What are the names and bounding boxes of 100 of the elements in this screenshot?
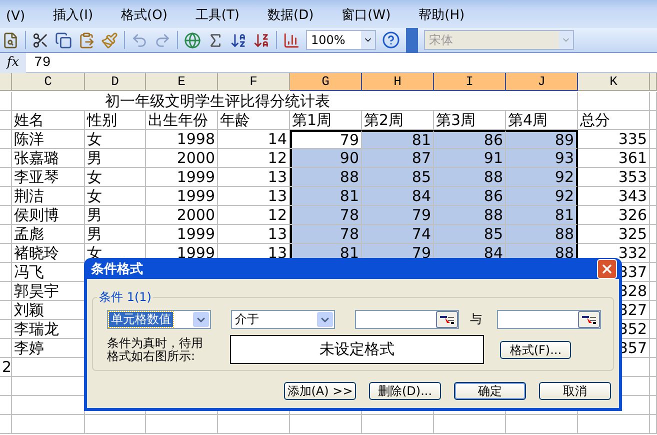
undo-icon[interactable]: [131, 32, 148, 48]
cut-icon[interactable]: [32, 32, 49, 48]
format-preview: 未设定格式: [230, 335, 484, 364]
globe-icon[interactable]: [184, 32, 201, 48]
menu-item[interactable]: 工具(T): [195, 6, 240, 24]
table-cell: 李亚琴: [12, 168, 85, 187]
dialog-button[interactable]: 删除(D)...: [369, 382, 441, 400]
table-cell: 84: [362, 187, 434, 206]
toolbar-grip[interactable]: [406, 28, 418, 52]
table-cell: [0, 339, 12, 358]
table-cell: [0, 130, 12, 149]
table-cell: 87: [362, 149, 434, 168]
table-cell: 1999: [146, 225, 218, 244]
paste-icon[interactable]: [78, 32, 95, 48]
table-cell: 2: [0, 358, 12, 377]
close-button[interactable]: [597, 258, 617, 278]
table-cell: 冯飞: [12, 263, 85, 282]
table-cell: 12: [218, 206, 290, 225]
table-cell: 86: [434, 130, 506, 149]
table-cell: 79: [362, 206, 434, 225]
menu-item[interactable]: 格式(O): [121, 6, 168, 24]
column-header[interactable]: J: [506, 73, 578, 91]
table-cell: [578, 92, 650, 111]
table-cell: [0, 111, 12, 130]
hint-text: 条件为真时，待用格式如右图所示:: [107, 336, 204, 362]
column-header[interactable]: H: [362, 73, 434, 91]
input-field[interactable]: [497, 310, 601, 329]
copy-icon[interactable]: [55, 32, 72, 48]
table-cell: 335: [578, 130, 650, 149]
sort-descending-icon[interactable]: [253, 32, 270, 48]
table-cell: 侯则博: [12, 206, 85, 225]
table-cell: 出生年份: [146, 111, 218, 130]
menu-item[interactable]: 帮助(H): [418, 6, 465, 24]
table-cell: [0, 282, 12, 301]
table-cell: 78: [290, 225, 362, 244]
formula-field[interactable]: 79: [26, 54, 51, 70]
table-cell: 81: [506, 206, 578, 225]
table-cell: 第4周: [506, 111, 578, 130]
help-icon[interactable]: [382, 31, 400, 49]
table-cell: 刘颖: [12, 301, 85, 320]
menu-item[interactable]: 数据(D): [268, 6, 314, 24]
table-cell: 353: [578, 168, 650, 187]
preview-icon[interactable]: [2, 32, 19, 48]
table-cell: 男: [85, 149, 146, 168]
menu-item[interactable]: 插入(I): [53, 6, 94, 24]
table-cell: 92: [506, 168, 578, 187]
condition-type-dropdown[interactable]: 单元格数值: [107, 310, 211, 329]
table-cell: 女: [85, 168, 146, 187]
table-cell: 2000: [146, 206, 218, 225]
table-cell: [578, 415, 650, 434]
table-cell: 14: [218, 130, 290, 149]
column-header[interactable]: K: [578, 73, 650, 91]
table-cell: 85: [434, 225, 506, 244]
column-header[interactable]: E: [146, 73, 218, 91]
column-header[interactable]: I: [434, 73, 506, 91]
dialog-button[interactable]: 添加(A) >>: [284, 382, 356, 400]
menu-item[interactable]: (V): [6, 9, 26, 24]
table-cell: 男: [85, 206, 146, 225]
table-cell: 89: [506, 130, 578, 149]
sort-ascending-icon[interactable]: [230, 32, 247, 48]
table-cell: [0, 168, 12, 187]
operator-dropdown[interactable]: 介于: [231, 310, 335, 329]
table-cell: 88: [434, 168, 506, 187]
table-cell: 13: [218, 168, 290, 187]
input-field[interactable]: [355, 310, 459, 329]
column-header[interactable]: G: [290, 73, 362, 91]
dialog-button[interactable]: 取消: [539, 382, 611, 400]
table-cell: 326: [578, 206, 650, 225]
table-cell: [146, 415, 218, 434]
redo-icon[interactable]: [154, 32, 171, 48]
table-cell: 85: [362, 168, 434, 187]
table-cell: 343: [578, 187, 650, 206]
table-cell: [0, 244, 12, 263]
column-header[interactable]: C: [12, 73, 85, 91]
table-cell: [0, 149, 12, 168]
table-cell: 92: [506, 187, 578, 206]
table-cell: 男: [85, 225, 146, 244]
dialog-button[interactable]: 确定: [454, 382, 526, 400]
table-cell: [290, 415, 362, 434]
group-label: 条件 1(1): [98, 289, 152, 306]
table-cell: 李瑞龙: [12, 320, 85, 339]
table-cell: 荆洁: [12, 187, 85, 206]
range-picker-icon: [439, 314, 455, 324]
table-cell: 褚晓玲: [12, 244, 85, 263]
table-cell: 张嘉璐: [12, 149, 85, 168]
table-cell: 姓名: [12, 111, 85, 130]
menu-item[interactable]: 窗口(W): [342, 6, 391, 24]
table-cell: 总分: [578, 111, 650, 130]
table-cell: 91: [434, 149, 506, 168]
bar-chart-icon[interactable]: [283, 32, 300, 48]
format-button[interactable]: 格式(F)...: [500, 340, 572, 358]
table-cell: 88: [290, 168, 362, 187]
table-cell: [0, 206, 12, 225]
zoom-dropdown[interactable]: 100%: [306, 30, 376, 50]
table-cell: 1999: [146, 168, 218, 187]
column-header[interactable]: F: [218, 73, 290, 91]
column-header[interactable]: D: [85, 73, 146, 91]
table-cell: 325: [578, 225, 650, 244]
brush-icon[interactable]: [101, 32, 118, 48]
table-cell: 90: [290, 149, 362, 168]
